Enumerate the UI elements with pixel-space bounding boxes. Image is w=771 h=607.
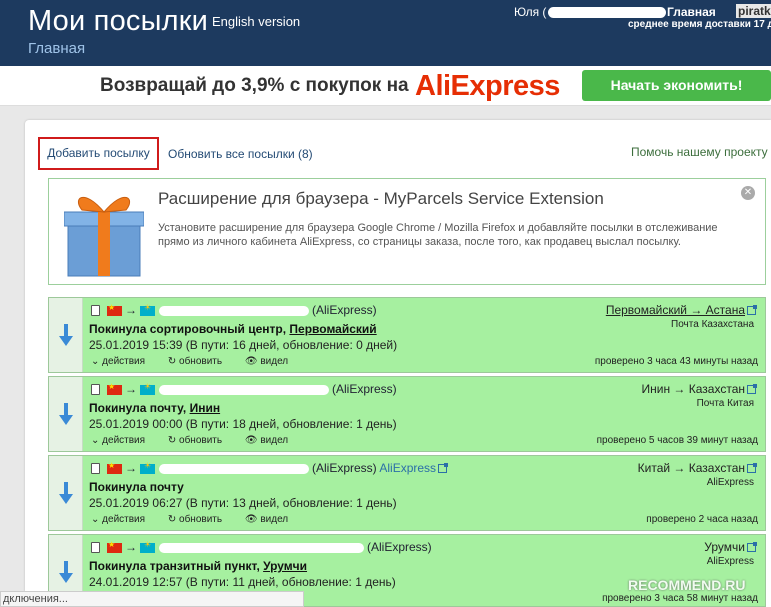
seen-button[interactable]: 👁 видел	[245, 435, 298, 446]
menu-home-link[interactable]: Главная	[667, 5, 716, 19]
user-name[interactable]: Юля (	[514, 5, 546, 19]
delivery-time-note: среднее время доставки 17 д	[628, 19, 771, 30]
parcel-status: Покинула транзитный пункт, Урумчи	[89, 559, 308, 573]
china-flag-icon	[107, 540, 122, 553]
parcel-date: 25.01.2019 00:00 (В пути: 18 дней, обнов…	[89, 417, 397, 431]
expand-toggle[interactable]	[49, 377, 83, 451]
help-project-link[interactable]: Помочь нашему проекту	[631, 145, 768, 159]
parcel-tracking-row: →(AliExpress)	[91, 540, 432, 554]
close-icon[interactable]: ✕	[741, 186, 755, 200]
parcel-route[interactable]: Инин → Казахстан	[642, 382, 757, 396]
parcel-route[interactable]: Первомайский → Астана	[606, 303, 757, 317]
parcel-date: 24.01.2019 12:57 (В пути: 11 дней, обнов…	[89, 575, 396, 589]
post-service: Почта Казахстана	[671, 319, 754, 330]
parcel-tracking-row: →(AliExpress)	[91, 382, 397, 396]
site-header: Мои посылки English version Главная Юля …	[0, 0, 771, 66]
banner-text: Возвращай до 3,9% с покупок на	[100, 75, 409, 96]
parcel-actions: ⌄ действия ↻ обновить 👁 видел	[91, 356, 308, 367]
actions-menu[interactable]: ⌄ действия	[91, 514, 155, 525]
parcel-card[interactable]: →(AliExpress) AliExpress Покинула почту …	[48, 455, 766, 531]
arrow-down-icon	[59, 324, 73, 346]
actions-menu[interactable]: ⌄ действия	[91, 356, 155, 367]
add-parcel-button[interactable]: Добавить посылку	[38, 137, 159, 170]
gift-box-icon	[64, 197, 144, 277]
external-link-icon[interactable]	[747, 542, 757, 553]
status-place-link[interactable]: Первомайский	[289, 322, 376, 336]
parcel-date: 25.01.2019 15:39 (В пути: 16 дней, обнов…	[89, 338, 398, 352]
checked-time: проверено 5 часов 39 минут назад	[596, 435, 758, 446]
watermark: RECOMMEND.RU	[628, 577, 746, 593]
post-service: Почта Китая	[696, 398, 754, 409]
refresh-all-button[interactable]: Обновить все посылки (8)	[168, 147, 313, 161]
post-service: AliExpress	[706, 556, 754, 567]
kazakhstan-flag-icon	[140, 382, 155, 395]
external-link-icon[interactable]	[747, 384, 757, 395]
redacted-tracking	[159, 305, 309, 316]
site-title[interactable]: Мои посылки	[28, 5, 208, 38]
china-flag-icon	[107, 303, 122, 316]
tracking-source: (AliExpress)	[332, 382, 397, 396]
parcel-tracking-row: →(AliExpress) AliExpress	[91, 461, 449, 475]
actions-menu[interactable]: ⌄ действия	[91, 435, 155, 446]
checked-time: проверено 2 часа назад	[646, 514, 758, 525]
status-place-link[interactable]: Инин	[190, 401, 221, 415]
menu-extra-link[interactable]: piratka	[736, 4, 771, 18]
china-flag-icon	[107, 382, 122, 395]
redacted-tracking	[159, 542, 364, 553]
breadcrumb-home[interactable]: Главная	[28, 40, 85, 57]
copy-icon[interactable]	[91, 463, 100, 475]
refresh-button[interactable]: ↻ обновить	[168, 435, 232, 446]
parcel-route[interactable]: Урумчи	[704, 540, 757, 554]
parcel-date: 25.01.2019 06:27 (В пути: 13 дней, обнов…	[89, 496, 397, 510]
kazakhstan-flag-icon	[140, 303, 155, 316]
copy-icon[interactable]	[91, 384, 100, 396]
external-link-icon[interactable]	[438, 463, 449, 474]
checked-time: проверено 3 часа 58 минут назад	[602, 593, 758, 604]
english-version-link[interactable]: English version	[212, 14, 300, 29]
extension-promo: Расширение для браузера - MyParcels Serv…	[48, 178, 766, 285]
seen-button[interactable]: 👁 видел	[245, 514, 298, 525]
parcel-actions: ⌄ действия ↻ обновить 👁 видел	[91, 435, 308, 446]
redacted-tracking	[159, 463, 309, 474]
post-service: AliExpress	[706, 477, 754, 488]
browser-status-bar: дключения...	[0, 591, 304, 607]
arrow-down-icon	[59, 561, 73, 583]
copy-icon[interactable]	[91, 542, 100, 554]
kazakhstan-flag-icon	[140, 540, 155, 553]
refresh-button[interactable]: ↻ обновить	[168, 356, 232, 367]
aliexpress-logo: AliExpress	[415, 70, 560, 102]
parcel-tracking-row: →(AliExpress)	[91, 303, 377, 317]
seen-button[interactable]: 👁 видел	[245, 356, 298, 367]
parcel-route[interactable]: Китай → Казахстан	[638, 461, 757, 475]
parcel-status: Покинула сортировочный центр, Первомайск…	[89, 322, 377, 336]
expand-toggle[interactable]	[49, 298, 83, 372]
parcel-card[interactable]: →(AliExpress) Покинула сортировочный цен…	[48, 297, 766, 373]
china-flag-icon	[107, 461, 122, 474]
kazakhstan-flag-icon	[140, 461, 155, 474]
status-place-link[interactable]: Урумчи	[263, 559, 307, 573]
parcel-card[interactable]: →(AliExpress) Покинула почту, Инин 25.01…	[48, 376, 766, 452]
start-saving-button[interactable]: Начать экономить!	[582, 70, 771, 101]
promo-banner: Возвращай до 3,9% с покупок на AliExpres…	[0, 66, 771, 106]
redacted-tracking	[159, 384, 329, 395]
aliexpress-order-link[interactable]: AliExpress	[379, 461, 436, 475]
checked-time: проверено 3 часа 43 минуты назад	[594, 356, 758, 367]
extension-title: Расширение для браузера - MyParcels Serv…	[158, 189, 604, 208]
external-link-icon[interactable]	[747, 463, 757, 474]
refresh-button[interactable]: ↻ обновить	[168, 514, 232, 525]
tracking-source: (AliExpress)	[367, 540, 432, 554]
parcel-status: Покинула почту, Инин	[89, 401, 221, 415]
extension-description: Установите расширение для браузера Googl…	[158, 222, 718, 248]
parcel-status: Покинула почту	[89, 480, 184, 494]
redacted-email	[548, 7, 667, 19]
copy-icon[interactable]	[91, 305, 100, 317]
tracking-source: (AliExpress)	[312, 461, 377, 475]
external-link-icon[interactable]	[747, 305, 757, 316]
tracking-source: (AliExpress)	[312, 303, 377, 317]
arrow-down-icon	[59, 403, 73, 425]
expand-toggle[interactable]	[49, 456, 83, 530]
parcel-actions: ⌄ действия ↻ обновить 👁 видел	[91, 514, 308, 525]
arrow-down-icon	[59, 482, 73, 504]
user-menu: Юля ( Главная piratka	[514, 4, 771, 19]
